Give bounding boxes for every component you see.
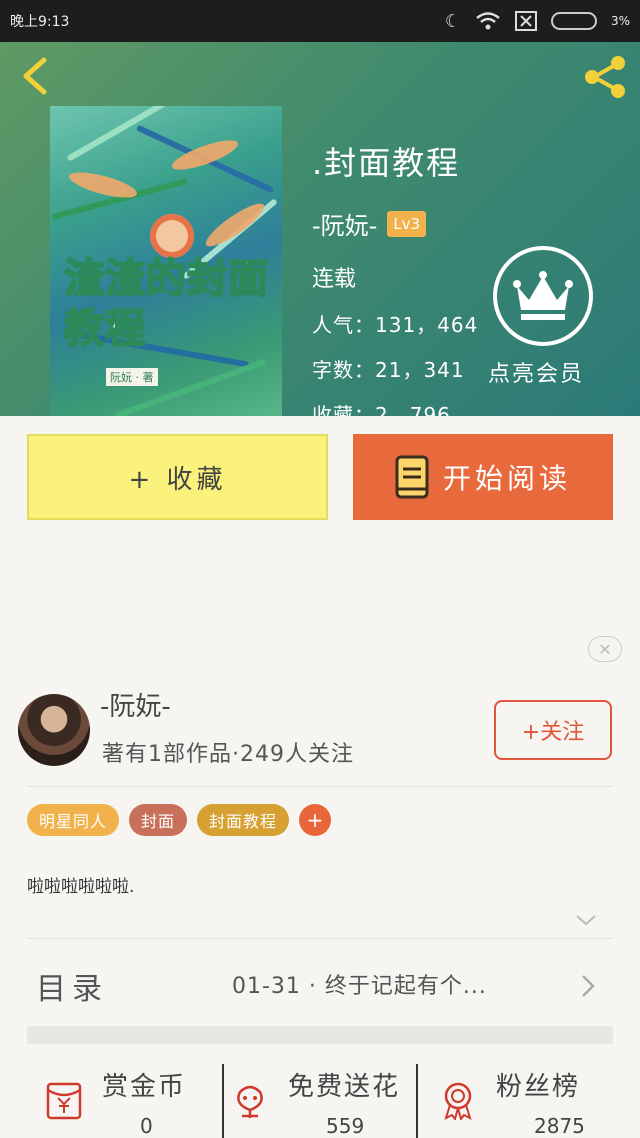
book-status: 连载 [312, 267, 357, 292]
close-icon[interactable]: ✕ [588, 636, 622, 662]
moon-icon: ☾ [444, 10, 461, 32]
divider [27, 938, 613, 939]
start-reading-button[interactable]: 开始阅读 [353, 434, 613, 520]
author-name[interactable]: -阮妧- [100, 686, 171, 723]
author-meta: 著有1部作品·249人关注 [102, 742, 354, 767]
share-icon[interactable] [582, 54, 628, 100]
latest-chapter[interactable]: 01-31 · 终于记起有个... [232, 968, 487, 1000]
favorites-stat: 收藏：2，796 [312, 403, 451, 416]
battery-icon [550, 12, 597, 30]
add-tag-button[interactable]: + [299, 804, 332, 836]
cover-title: 渣渣的封面教程 [63, 254, 269, 353]
cover-illustration [150, 214, 194, 258]
author-avatar[interactable] [18, 694, 90, 766]
crown-icon [513, 271, 573, 320]
divider [416, 1064, 418, 1138]
reward-coins-count: 0 [140, 1114, 153, 1138]
book-cover[interactable]: 渣渣的封面教程 阮妧 · 著 [50, 106, 282, 416]
level-badge: Lv3 [387, 210, 427, 237]
tag[interactable]: 封面教程 [197, 804, 290, 836]
tag[interactable]: 明星同人 [27, 804, 120, 836]
follow-button[interactable]: +关注 [494, 700, 612, 760]
section-gap [27, 1026, 613, 1044]
status-bar: 晚上9:13 ☾ 3% [0, 0, 640, 42]
popularity-stat: 人气：131，464 [312, 313, 479, 337]
fan-ranking-label: 粉丝榜 [496, 1072, 581, 1102]
book-icon [395, 455, 429, 499]
status-time: 晚上9:13 [10, 14, 70, 30]
word-count-stat: 字数：21，341 [312, 358, 465, 382]
collect-button[interactable]: + 收藏 [27, 434, 328, 520]
back-icon[interactable] [16, 56, 56, 96]
tag[interactable]: 封面 [129, 804, 188, 836]
book-info: .封面教程 -阮妧- Lv3 连载 人气：131，464 字数：21，341 收… [312, 138, 478, 416]
author-line: -阮妧- Lv3 [312, 206, 478, 241]
reward-coins-item[interactable]: 赏金币 0 [44, 1062, 222, 1138]
cover-badge: 阮妧 · 著 [106, 368, 158, 386]
status-icons: ☾ 3% [445, 11, 630, 32]
battery-percent: 3% [610, 14, 630, 28]
toc-label[interactable]: 目录 [36, 964, 108, 1008]
wifi-icon [476, 12, 500, 30]
chevron-down-icon[interactable] [574, 910, 598, 930]
reward-coins-label: 赏金币 [102, 1072, 187, 1102]
divider [27, 786, 613, 787]
fan-ranking-item[interactable]: 粉丝榜 2875 [438, 1062, 628, 1138]
follow-label: +关注 [521, 720, 585, 745]
book-description: 啦啦啦啦啦啦. [27, 877, 135, 897]
flower-icon [237, 1085, 263, 1118]
vip-button[interactable] [493, 246, 593, 346]
start-reading-label: 开始阅读 [442, 462, 571, 495]
medal-icon [444, 1082, 472, 1120]
red-envelope-icon [46, 1082, 82, 1120]
sim-off-icon [514, 11, 537, 31]
chevron-right-icon[interactable] [578, 972, 598, 1000]
send-flower-label: 免费送花 [288, 1072, 401, 1102]
send-flower-item[interactable]: 免费送花 559 [230, 1062, 416, 1138]
send-flower-count: 559 [326, 1114, 365, 1138]
book-title: .封面教程 [312, 144, 461, 182]
tag-list: 明星同人 封面 封面教程 + [27, 804, 332, 836]
divider [222, 1064, 224, 1138]
book-author[interactable]: -阮妧- [312, 206, 377, 241]
collect-label: + 收藏 [128, 464, 227, 495]
fan-ranking-count: 2875 [534, 1114, 585, 1138]
vip-label[interactable]: 点亮会员 [488, 356, 584, 388]
